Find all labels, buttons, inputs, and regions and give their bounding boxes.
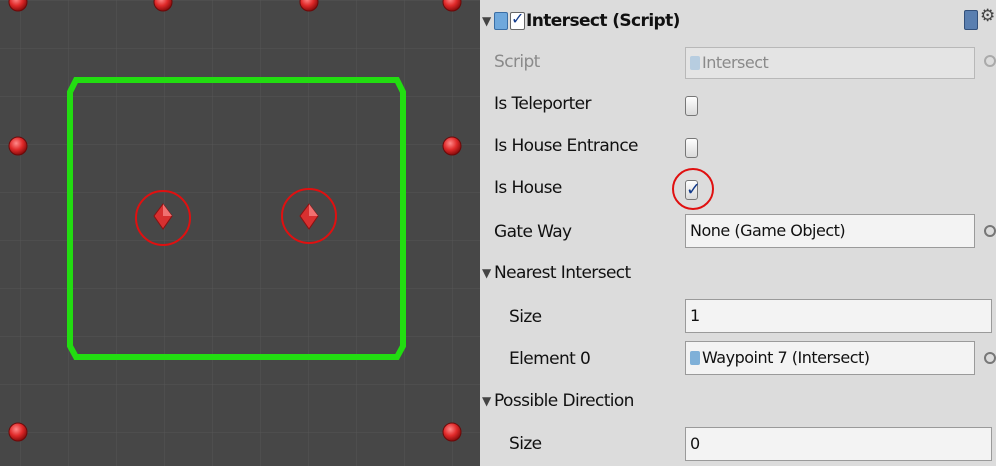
script-field: Intersect	[685, 47, 975, 79]
is-teleporter-checkbox[interactable]	[685, 96, 698, 116]
foldout-arrow-icon[interactable]: ▼	[482, 266, 491, 280]
foldout-arrow-icon[interactable]: ▼	[482, 394, 491, 408]
row-gate-way: Gate Way None (Game Object)	[480, 210, 996, 252]
scene-view[interactable]	[0, 0, 480, 466]
waypoint-dot[interactable]	[442, 136, 462, 156]
object-picker-icon[interactable]	[984, 225, 996, 237]
gate-way-value: None (Game Object)	[690, 221, 846, 240]
inspector-panel: ▼ ✓ Intersect (Script) ⚙ Script Intersec…	[480, 0, 996, 466]
component-enabled-checkbox[interactable]: ✓	[510, 9, 525, 30]
possible-size-value: 0	[690, 434, 700, 453]
waypoint-dot[interactable]	[442, 422, 462, 442]
row-element-0: Element 0 Waypoint 7 (Intersect)	[480, 338, 996, 380]
nearest-size-value: 1	[690, 306, 700, 325]
scene-canvas[interactable]	[0, 0, 480, 466]
possible-direction-label: Possible Direction	[494, 391, 634, 411]
component-header[interactable]: ▼ ✓ Intersect (Script) ⚙	[480, 0, 996, 42]
is-house-entrance-label: Is House Entrance	[494, 136, 639, 156]
script-value: Intersect	[702, 53, 769, 72]
element-0-label: Element 0	[509, 349, 591, 369]
component-title: Intersect (Script)	[526, 11, 680, 31]
gate-way-field[interactable]: None (Game Object)	[685, 214, 975, 248]
nearest-intersect-label: Nearest Intersect	[494, 263, 631, 283]
row-is-house: Is House ✓	[480, 168, 996, 210]
gear-icon[interactable]: ⚙	[980, 6, 995, 26]
row-script: Script Intersect	[480, 42, 996, 84]
waypoint-dot[interactable]	[8, 422, 28, 442]
possible-size-input[interactable]: 0	[685, 427, 992, 461]
row-possible-size: Size 0	[480, 423, 996, 465]
waypoint-dot[interactable]	[8, 136, 28, 156]
nearest-size-input[interactable]: 1	[685, 299, 992, 333]
is-house-entrance-checkbox[interactable]	[685, 138, 698, 158]
is-house-label: Is House	[494, 178, 562, 198]
row-nearest-size: Size 1	[480, 295, 996, 337]
gate-way-label: Gate Way	[494, 222, 572, 242]
element-0-value: Waypoint 7 (Intersect)	[702, 348, 870, 367]
script-label: Script	[494, 52, 540, 72]
checkbox-check-icon: ✓	[511, 9, 525, 28]
foldout-possible-direction[interactable]: ▼ Possible Direction	[480, 381, 996, 423]
possible-size-label: Size	[509, 434, 542, 454]
script-icon	[690, 56, 700, 70]
is-teleporter-label: Is Teleporter	[494, 94, 592, 114]
script-icon	[494, 12, 508, 30]
row-is-house-entrance: Is House Entrance	[480, 126, 996, 168]
help-book-icon[interactable]	[964, 10, 978, 30]
foldout-nearest-intersect[interactable]: ▼ Nearest Intersect	[480, 253, 996, 295]
object-picker-icon[interactable]	[984, 352, 996, 364]
annotation-circle-checkbox	[672, 168, 714, 210]
row-is-teleporter: Is Teleporter	[480, 84, 996, 126]
object-picker-icon	[984, 55, 996, 67]
foldout-arrow-icon[interactable]: ▼	[482, 14, 491, 28]
script-icon	[690, 351, 700, 365]
nearest-size-label: Size	[509, 307, 542, 327]
element-0-field[interactable]: Waypoint 7 (Intersect)	[685, 341, 975, 375]
